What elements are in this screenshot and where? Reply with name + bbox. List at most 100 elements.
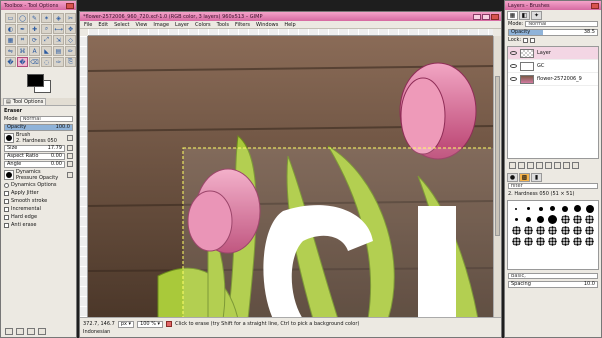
- brush-preview-icon[interactable]: [573, 215, 583, 224]
- menu-windows[interactable]: Windows: [256, 22, 278, 28]
- ellipse-select-tool-icon[interactable]: ◯: [17, 13, 28, 23]
- scrollbar-thumb[interactable]: [495, 76, 500, 236]
- brush-preview-icon[interactable]: [514, 218, 518, 221]
- by-color-select-tool-icon[interactable]: ◈: [53, 13, 64, 23]
- hard-edge-row[interactable]: Hard edge: [1, 213, 76, 221]
- eye-icon[interactable]: [510, 51, 517, 55]
- apply-jitter-row[interactable]: Apply Jitter: [1, 189, 76, 197]
- brush-preview-icon[interactable]: [585, 204, 594, 213]
- blend-tool-icon[interactable]: ▤: [53, 46, 64, 56]
- brush-preview-icon[interactable]: [574, 205, 582, 212]
- brush-edit-button[interactable]: [67, 134, 73, 141]
- brush-preview-icon[interactable]: [548, 226, 558, 235]
- perspective-tool-icon[interactable]: ◇: [65, 35, 76, 45]
- channels-tab-icon[interactable]: ◧: [519, 11, 530, 20]
- toolbox-titlebar[interactable]: Toolbox - Tool Options: [1, 1, 76, 10]
- dynamics-edit-button[interactable]: [67, 171, 73, 178]
- layer-row[interactable]: Layer: [508, 47, 598, 60]
- menu-tools[interactable]: Tools: [217, 22, 229, 28]
- brush-preset-select[interactable]: Basic,: [508, 273, 598, 279]
- vertical-scrollbar[interactable]: [493, 36, 501, 317]
- fuzzy-select-tool-icon[interactable]: ✶: [41, 13, 52, 23]
- brush-preview-icon[interactable]: [525, 217, 531, 222]
- brush-preview[interactable]: [4, 132, 14, 143]
- menu-layer[interactable]: Layer: [175, 22, 189, 28]
- brush-preview-icon[interactable]: [537, 216, 545, 223]
- mask-layer-button[interactable]: [563, 162, 570, 169]
- clone-tool-icon[interactable]: ✑: [53, 57, 64, 67]
- brush-preview-icon[interactable]: [573, 237, 583, 246]
- lower-layer-button[interactable]: [536, 162, 543, 169]
- minimize-icon[interactable]: [473, 13, 481, 20]
- brush-preview-icon[interactable]: [573, 226, 583, 235]
- close-icon[interactable]: [491, 13, 499, 20]
- scale-tool-icon[interactable]: ⤢: [41, 35, 52, 45]
- mode-select[interactable]: Normal: [19, 116, 73, 122]
- image-canvas[interactable]: [88, 36, 493, 317]
- angle-slider[interactable]: Angle 0.00: [4, 160, 65, 168]
- brush-preview-icon[interactable]: [550, 206, 556, 211]
- brush-preview-icon[interactable]: [548, 215, 558, 224]
- incremental-checkbox[interactable]: [4, 206, 9, 212]
- horizontal-ruler[interactable]: [88, 29, 493, 36]
- layers-tab-icon[interactable]: ▦: [507, 11, 518, 20]
- brush-preview-icon[interactable]: [515, 207, 518, 210]
- cage-tool-icon[interactable]: ⌘: [17, 46, 28, 56]
- measure-tool-icon[interactable]: ⟷: [53, 24, 64, 34]
- menu-colors[interactable]: Colors: [195, 22, 211, 28]
- smooth-stroke-checkbox[interactable]: [4, 198, 9, 204]
- move-tool-icon[interactable]: ✥: [65, 24, 76, 34]
- new-group-button[interactable]: [518, 162, 525, 169]
- free-select-tool-icon[interactable]: ✎: [29, 13, 40, 23]
- delete-options-button[interactable]: [27, 328, 35, 335]
- rotate-tool-icon[interactable]: ⟳: [29, 35, 40, 45]
- brush-preview-icon[interactable]: [560, 226, 570, 235]
- image-titlebar[interactable]: *flower-2572006_960_720.xcf-1.0 (RGB col…: [80, 12, 501, 21]
- delete-layer-button[interactable]: [572, 162, 579, 169]
- eye-icon[interactable]: [510, 64, 517, 68]
- aspect-slider[interactable]: Aspect Ratio 0.00: [4, 152, 65, 160]
- eye-icon[interactable]: [510, 77, 517, 81]
- brush-preview-icon[interactable]: [548, 237, 558, 246]
- zoom-select[interactable]: 100 % ▾: [137, 320, 164, 328]
- tab-tool-options[interactable]: ▤ Tool Options: [3, 98, 47, 105]
- raise-layer-button[interactable]: [527, 162, 534, 169]
- align-tool-icon[interactable]: ▦: [5, 35, 16, 45]
- scissors-tool-icon[interactable]: ✂: [65, 13, 76, 23]
- angle-reset-button[interactable]: [67, 161, 73, 167]
- new-layer-button[interactable]: [509, 162, 516, 169]
- color-picker-tool-icon[interactable]: ✚: [29, 24, 40, 34]
- brush-filter-input[interactable]: filter: [508, 183, 598, 189]
- close-icon[interactable]: [591, 2, 599, 9]
- size-reset-button[interactable]: [67, 145, 73, 151]
- ink-tool-icon[interactable]: ◌: [41, 57, 52, 67]
- brush-preview-icon[interactable]: [585, 226, 595, 235]
- brush-preview-icon[interactable]: [536, 226, 546, 235]
- layer-mode-select[interactable]: Normal: [525, 21, 598, 27]
- layer-row[interactable]: GC: [508, 60, 598, 73]
- airbrush-tool-icon[interactable]: ⌫: [29, 57, 40, 67]
- brush-preview-icon[interactable]: [560, 237, 570, 246]
- dynamics-options-row[interactable]: Dynamics Options: [1, 181, 76, 189]
- brush-preview-icon[interactable]: [538, 206, 543, 211]
- lock-pixels-checkbox[interactable]: [523, 37, 529, 43]
- menu-select[interactable]: Select: [114, 22, 129, 28]
- smooth-stroke-row[interactable]: Smooth stroke: [1, 197, 76, 205]
- brush-preview-icon[interactable]: [526, 207, 530, 210]
- brush-preview-icon[interactable]: [536, 237, 546, 246]
- menu-image[interactable]: Image: [153, 22, 169, 28]
- incremental-row[interactable]: Incremental: [1, 205, 76, 213]
- flip-tool-icon[interactable]: ⇋: [5, 46, 16, 56]
- unit-select[interactable]: px ▾: [117, 320, 135, 328]
- menu-file[interactable]: File: [84, 22, 92, 28]
- dynamics-icon[interactable]: [4, 169, 14, 180]
- anchor-layer-button[interactable]: [554, 162, 561, 169]
- apply-jitter-checkbox[interactable]: [4, 190, 9, 196]
- crop-tool-icon[interactable]: ⌗: [17, 35, 28, 45]
- lock-alpha-checkbox[interactable]: [530, 37, 536, 43]
- gradients-tab-icon[interactable]: ▮: [531, 173, 542, 182]
- close-icon[interactable]: [66, 2, 74, 9]
- menu-help[interactable]: Help: [284, 22, 295, 28]
- shear-tool-icon[interactable]: ⇲: [53, 35, 64, 45]
- brush-preview-icon[interactable]: [511, 226, 521, 235]
